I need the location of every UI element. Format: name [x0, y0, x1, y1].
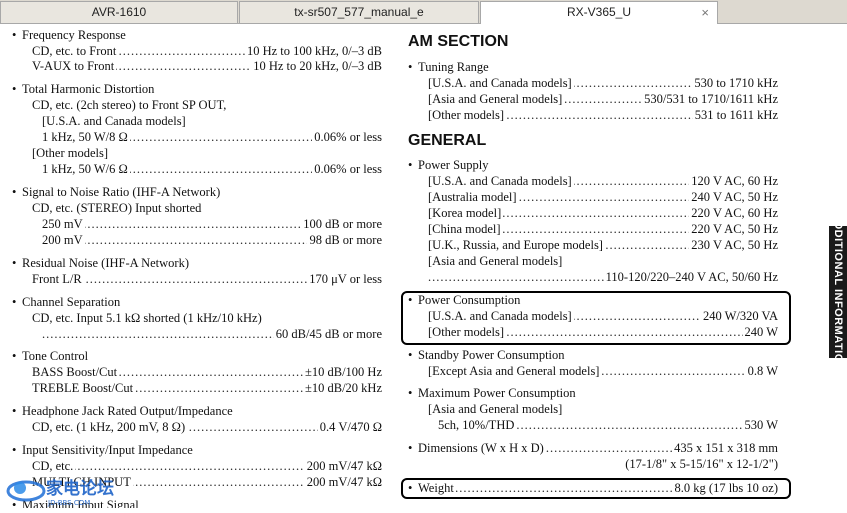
spec-subtitle: CD, etc. (2ch stereo) to Front SP OUT, — [32, 98, 227, 112]
spec-row: ........................................… — [428, 76, 778, 91]
side-index-label: ADDITIONAL INFORMATION — [832, 212, 844, 372]
spec-title: Power Supply — [408, 158, 488, 173]
tab-rx-v365[interactable]: RX-V365_U × — [480, 1, 718, 24]
watermark-graphic: 家电论坛 JD-BBS.COM — [6, 478, 114, 507]
side-index-tab: ADDITIONAL INFORMATION — [829, 213, 847, 371]
spec-title: Power Consumption — [408, 293, 520, 308]
spec-row: ........................................… — [428, 190, 778, 205]
spec-title: Input Sensitivity/Input Impedance — [12, 443, 193, 458]
section-heading-general: GENERAL — [408, 132, 487, 149]
close-icon[interactable]: × — [701, 2, 709, 23]
spec-title: Standby Power Consumption — [408, 348, 565, 363]
spec-note: (17-1/8" x 5-15/16" x 12-1/2") — [625, 457, 778, 471]
spec-row: ........................................… — [428, 206, 778, 221]
spec-row: ........................................… — [428, 325, 778, 340]
spec-title: Channel Separation — [12, 295, 120, 310]
spec-row: ........................................… — [32, 59, 382, 74]
spec-row: ........................................… — [428, 174, 778, 189]
spec-row: ........................................… — [428, 309, 778, 324]
spec-row: ........................................… — [428, 108, 778, 123]
spec-row: ........................................… — [438, 418, 778, 433]
watermark-subtext: JD-BBS.COM — [47, 499, 90, 507]
spec-row: ........................................… — [428, 222, 778, 237]
spec-title: Residual Noise (IHF-A Network) — [12, 256, 189, 271]
spec-model: [Asia and General models] — [428, 402, 563, 416]
spec-row: ........................................… — [42, 217, 382, 232]
spec-row: ........................................… — [428, 238, 778, 253]
spec-title: Tuning Range — [408, 60, 489, 75]
tab-tx-sr507-manual[interactable]: tx-sr507_577_manual_e — [239, 1, 479, 23]
spec-title: Tone Control — [12, 349, 88, 364]
spec-row: ........................................… — [418, 481, 778, 496]
spec-row: ........................................… — [32, 272, 382, 287]
spec-row: ........................................… — [418, 441, 778, 456]
spec-row: ........................................… — [428, 270, 778, 285]
watermark-logo: 家电论坛 JD-BBS.COM — [4, 474, 144, 508]
tab-bar: AVR-1610 tx-sr507_577_manual_e RX-V365_U… — [0, 0, 847, 24]
spec-model: [Asia and General models] — [428, 254, 563, 268]
spec-model: [U.S.A. and Canada models] — [42, 114, 186, 128]
spec-row: ........................................… — [42, 162, 382, 177]
section-heading-am: AM SECTION — [408, 33, 509, 50]
spec-title: Signal to Noise Ratio (IHF-A Network) — [12, 185, 220, 200]
spec-title: Frequency Response — [12, 28, 126, 43]
spec-row: ........................................… — [32, 381, 382, 396]
tab-avr-1610[interactable]: AVR-1610 — [0, 1, 238, 23]
spec-title: Total Harmonic Distortion — [12, 82, 154, 97]
spec-row: ........................................… — [428, 364, 778, 379]
document-page: Frequency Response .....................… — [0, 24, 847, 508]
watermark-text: 家电论坛 — [46, 478, 114, 499]
tab-label: RX-V365_U — [566, 5, 632, 19]
spec-subtitle: CD, etc. (STEREO) Input shorted — [32, 201, 202, 215]
spec-title: Maximum Power Consumption — [408, 386, 576, 401]
tab-label: AVR-1610 — [91, 5, 147, 19]
spec-row: ........................................… — [32, 459, 382, 474]
spec-model: [Other models] — [32, 146, 109, 160]
spec-title: Headphone Jack Rated Output/Impedance — [12, 404, 233, 419]
spec-row: ........................................… — [42, 233, 382, 248]
spec-row: ........................................… — [32, 44, 382, 59]
spec-row: ........................................… — [428, 92, 778, 107]
spec-row: ........................................… — [42, 327, 382, 342]
spec-subtitle: CD, etc. Input 5.1 kΩ shorted (1 kHz/10 … — [32, 311, 262, 325]
spec-row: ........................................… — [32, 365, 382, 380]
tab-label: tx-sr507_577_manual_e — [294, 5, 424, 19]
spec-row: ........................................… — [32, 420, 382, 435]
spec-row: ........................................… — [42, 130, 382, 145]
